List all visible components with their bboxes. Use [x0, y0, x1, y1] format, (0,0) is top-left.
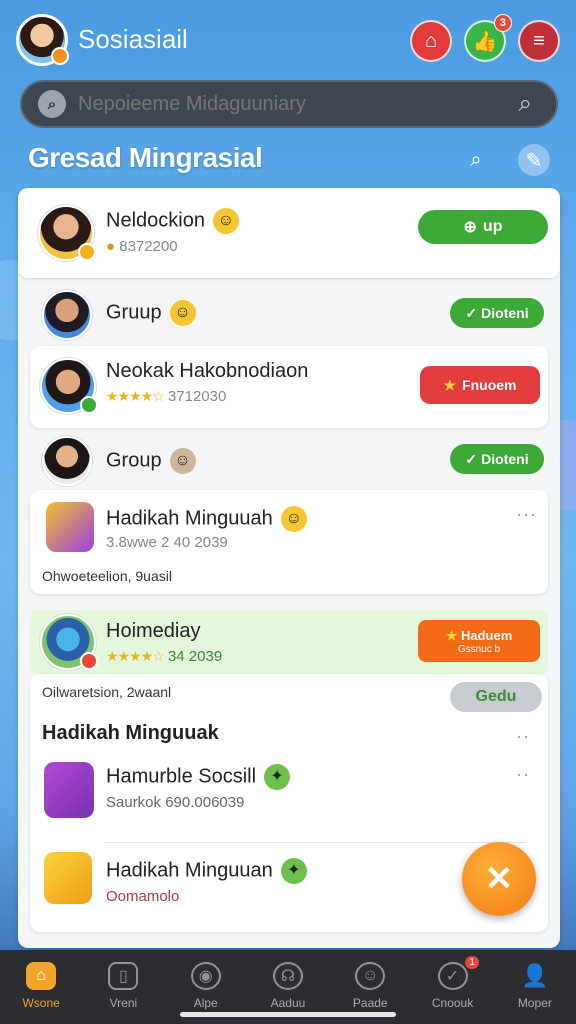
person-icon: 👤 — [521, 963, 549, 988]
star-icon: ★ — [445, 627, 458, 643]
rating-stars-icon: ★★★★☆ — [106, 648, 165, 664]
item-name: Hoimediay — [106, 620, 201, 642]
list-item[interactable]: Neokak Hakobnodiaon ★★★★☆ 3712030 ★ Fnuoe… — [30, 346, 548, 428]
door-icon: ▯ — [108, 962, 139, 990]
plus-icon: ⊕ — [463, 219, 477, 236]
gift-box-icon — [44, 852, 92, 904]
chat-icon: ◉ — [190, 962, 221, 990]
search-icon: ⌕ — [38, 90, 66, 118]
item-subtitle: Saurkok 690.006039 — [106, 794, 245, 811]
item-note: Oilwaretsion, 2waanl — [42, 684, 172, 700]
headset-icon: ☊ — [272, 962, 303, 990]
item-subtitle: ● 8372200 — [106, 238, 178, 255]
list-item[interactable]: Group ☺ ✓ Dioteni — [18, 432, 560, 488]
more-options-icon[interactable]: ··· — [516, 504, 537, 525]
smile-emoji-icon: ☺ — [280, 506, 307, 532]
reward-button[interactable]: ★ Haduem Gssnuc b — [418, 620, 540, 662]
home-indicator — [180, 1012, 396, 1017]
list-item[interactable]: Gruup ☺ ✓ Dioteni — [18, 284, 560, 344]
item-name: Neokak Hakobnodiaon — [106, 360, 309, 382]
follow-button[interactable]: ✓ Dioteni — [450, 298, 544, 328]
check-icon: ✓ — [465, 304, 478, 321]
more-options-icon[interactable]: ·· — [516, 726, 530, 747]
item-name: Hamurble Socsill ✦ — [106, 764, 291, 790]
item-note: Ohwoeteelion, 9uasil — [42, 568, 172, 584]
party-emoji-icon: ✦ — [280, 858, 307, 884]
contacts-panel: Neldockion ☺ ● 8372200 ⊕ up Gruup ☺ ✓ Dioten… — [18, 188, 560, 948]
avatar — [42, 290, 92, 340]
more-options-icon[interactable]: ·· — [516, 764, 530, 785]
gedu-button[interactable]: Gedu — [450, 682, 542, 712]
smiley-icon: ☺ — [355, 962, 386, 990]
rating-stars-icon: ★★★★☆ — [106, 388, 165, 404]
profile-avatar[interactable] — [16, 14, 69, 66]
search-input[interactable] — [78, 92, 418, 116]
home-icon: ⌂ — [26, 962, 57, 990]
notification-badge: 3 — [493, 14, 512, 32]
party-emoji-icon: ✦ — [264, 764, 291, 790]
divider — [106, 842, 526, 843]
status-dot-icon — [80, 396, 98, 414]
app-title: Sosiasiail — [78, 24, 188, 54]
follow-button[interactable]: ✓ Dioteni — [450, 444, 544, 474]
avatar — [42, 436, 92, 486]
item-subtitle: 3.8wwe 2 40 2039 — [106, 534, 228, 551]
avatar — [40, 358, 98, 414]
edit-icon[interactable]: ✎ — [518, 144, 550, 176]
list-item[interactable]: Hoimediay ★★★★☆ 34 2039 ★ Haduem Gssnuc … — [30, 610, 548, 674]
nav-item-views[interactable]: ▯ Vreni — [82, 950, 164, 1024]
item-subtitle: Oomamolo — [106, 888, 180, 905]
up-button[interactable]: ⊕ up — [418, 210, 548, 244]
follow-button[interactable]: ★ Fnuoem — [420, 366, 540, 404]
item-subtitle: ★★★★☆ 34 2039 — [106, 648, 223, 665]
section-title: Gresad Mingrasial — [28, 142, 263, 173]
item-subtitle: ★★★★☆ 3712030 — [106, 388, 227, 405]
search-submit-icon[interactable]: ⌕ — [519, 90, 532, 118]
nav-item-profile[interactable]: 👤 Moper — [494, 950, 576, 1024]
smile-emoji-icon: ☺ — [212, 208, 239, 234]
group-heading: Hadikah Minguuak — [42, 722, 219, 744]
status-dot-icon — [80, 652, 98, 670]
item-name: Group ☺ — [106, 448, 196, 474]
search-bar[interactable]: ⌕ ⌕ — [20, 80, 558, 128]
item-name: Neldockion ☺ — [106, 208, 239, 234]
hamburger-icon: ≡ — [533, 29, 545, 52]
gift-box-icon — [44, 762, 94, 818]
gift-box-icon — [46, 502, 94, 552]
top-bar: Sosiasiail ⌂ 👍 3 ≡ — [0, 0, 576, 80]
nav-item-check[interactable]: ✓ 1 Cnoouk — [411, 950, 493, 1024]
menu-button[interactable]: ≡ — [518, 20, 560, 62]
thumbs-up-icon: 👍 — [472, 30, 498, 53]
star-icon: ★ — [443, 376, 457, 393]
home-button[interactable]: ⌂ — [410, 20, 452, 62]
list-item[interactable]: Hadikah Minguuah ☺ 3.8wwe 2 40 2039 ··· O… — [30, 490, 548, 594]
item-name: Hadikah Minguuan ✦ — [106, 858, 307, 884]
status-dot-icon — [78, 243, 96, 261]
close-icon: ✕ — [484, 860, 514, 898]
nav-item-home[interactable]: ⌂ Wsone — [0, 950, 82, 1024]
check-icon: ✓ — [437, 962, 468, 990]
list-item[interactable]: Neldockion ☺ ● 8372200 ⊕ up — [18, 188, 560, 278]
avatar — [38, 205, 96, 261]
item-name: Gruup ☺ — [106, 300, 196, 326]
orange-dot-icon: ● — [106, 238, 116, 255]
notification-badge: 1 — [465, 956, 479, 969]
smile-emoji-icon: ☺ — [169, 300, 196, 326]
like-button[interactable]: 👍 3 — [464, 14, 512, 62]
home-icon: ⌂ — [424, 29, 438, 52]
item-name: Hadikah Minguuah ☺ — [106, 506, 307, 532]
search-icon[interactable]: ⌕ — [460, 144, 492, 176]
avatar — [40, 614, 98, 670]
close-fab-button[interactable]: ✕ — [462, 842, 536, 916]
smile-emoji-icon: ☺ — [169, 448, 196, 474]
status-dot-icon — [51, 47, 69, 65]
check-icon: ✓ — [465, 450, 478, 467]
